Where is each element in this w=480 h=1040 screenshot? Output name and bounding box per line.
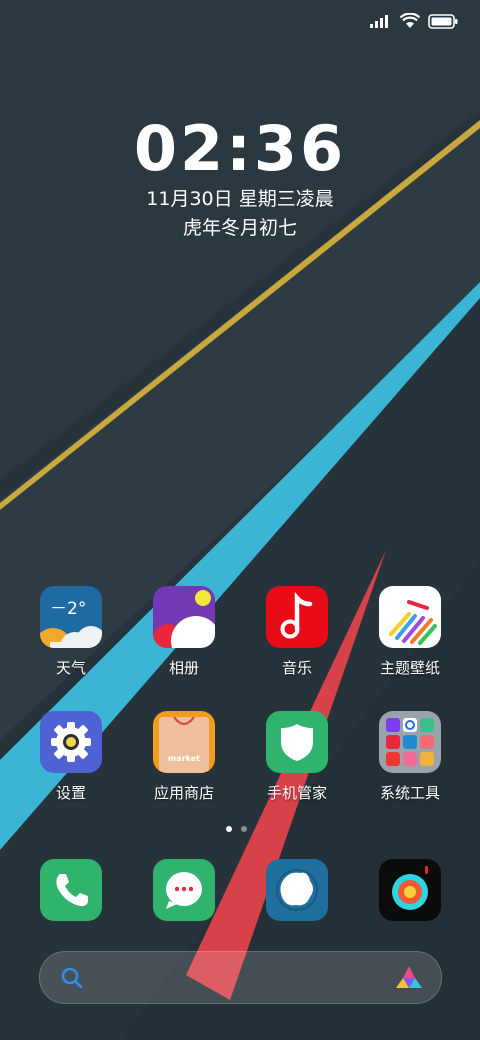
signal-icon — [370, 15, 388, 28]
battery-icon — [428, 13, 458, 29]
gallery-icon — [153, 586, 215, 648]
app-store[interactable]: market 应用商店 — [129, 711, 239, 803]
messages-icon[interactable] — [153, 859, 215, 921]
lock-date: 11月30日 星期三凌晨 — [146, 188, 334, 210]
music-icon — [266, 586, 328, 648]
weather-icon: －2° — [40, 586, 102, 648]
app-label: 天气 — [55, 659, 86, 677]
search-bar[interactable] — [39, 951, 442, 1004]
app-label: 相册 — [168, 659, 199, 677]
lunar-date: 虎年冬月初七 — [182, 217, 297, 239]
lock-clock: 02:36 — [133, 112, 347, 185]
app-tools-folder[interactable]: 系统工具 — [355, 711, 465, 803]
app-settings[interactable]: 设置 — [16, 711, 126, 803]
search-icon — [61, 967, 83, 989]
app-music[interactable]: 音乐 — [242, 586, 352, 678]
app-weather[interactable]: －2° 天气 — [16, 586, 126, 678]
weather-temperature: －2° — [50, 599, 87, 619]
app-label: 应用商店 — [153, 784, 214, 802]
app-label: 手机管家 — [266, 784, 327, 802]
app-label: 设置 — [55, 784, 86, 802]
tools-folder-icon — [379, 711, 441, 773]
phone-icon[interactable] — [40, 859, 102, 921]
settings-icon — [40, 711, 102, 773]
page-indicator — [226, 826, 247, 832]
page-dot — [241, 826, 247, 832]
app-themes[interactable]: 主题壁纸 — [355, 586, 465, 678]
app-label: 主题壁纸 — [379, 659, 440, 677]
assistant-icon[interactable] — [395, 964, 423, 990]
camera-icon[interactable] — [379, 859, 441, 921]
app-label: 音乐 — [281, 659, 312, 677]
wifi-icon — [400, 13, 420, 28]
status-bar — [370, 10, 458, 32]
app-label: 系统工具 — [379, 784, 440, 802]
browser-icon[interactable] — [266, 859, 328, 921]
page-dot-active — [226, 826, 232, 832]
app-store-icon: market — [153, 711, 215, 773]
themes-icon — [379, 586, 441, 648]
app-gallery[interactable]: 相册 — [129, 586, 239, 678]
security-icon — [266, 711, 328, 773]
market-text: market — [167, 754, 201, 763]
app-security[interactable]: 手机管家 — [242, 711, 352, 803]
